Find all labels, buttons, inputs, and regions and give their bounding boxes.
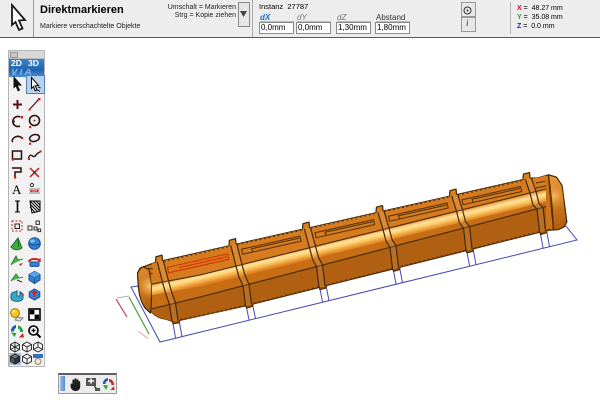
- svg-text:A: A: [12, 182, 22, 197]
